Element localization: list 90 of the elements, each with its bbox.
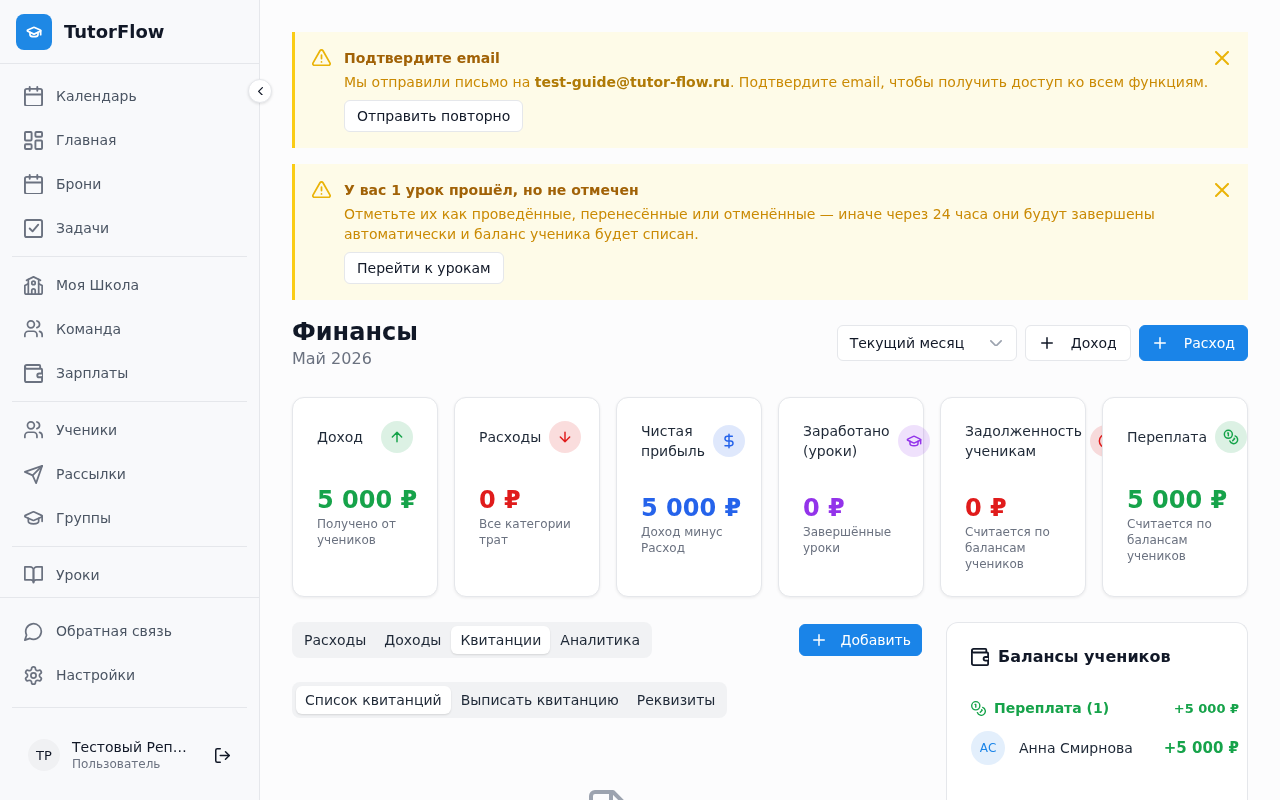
tab[interactable]: Доходы [376, 626, 450, 654]
nav-item[interactable]: Календарь [12, 74, 247, 118]
chevron-down-icon [989, 339, 1002, 347]
nav-item[interactable]: Рассылки [12, 452, 247, 496]
dollar-icon [713, 425, 746, 457]
calendar-icon [24, 85, 43, 107]
alert-title: Подтвердите email [344, 49, 501, 68]
collapse-button[interactable] [248, 79, 272, 103]
alert-action-button[interactable]: Перейти к урокам [344, 252, 504, 284]
tab[interactable]: Аналитика [552, 626, 648, 654]
nav-item[interactable]: Моя Школа [12, 263, 247, 307]
page-subtitle: Май 2026 [292, 348, 373, 370]
nav-item[interactable]: Брони [12, 162, 247, 206]
period-select[interactable]: Текущий месяц [836, 325, 1017, 361]
expense-button[interactable]: Расход [1138, 325, 1248, 361]
income-button[interactable]: Доход [1024, 325, 1131, 361]
graduation-cap-icon [24, 511, 43, 525]
stat-title: Заработано (уроки) [803, 422, 890, 461]
panel-title: Балансы учеников [998, 646, 1171, 668]
warning-icon [312, 181, 331, 199]
add-button[interactable]: Добавить [798, 624, 922, 656]
nav-item[interactable]: Настройки [12, 653, 247, 697]
student-name: Анна Смирнова [1019, 740, 1133, 756]
plus-icon [1040, 337, 1053, 349]
logo-icon [16, 13, 52, 50]
stat-value: 0 ₽ [803, 493, 846, 524]
brand-name: TutorFlow [64, 21, 165, 42]
tab[interactable]: Квитанции [451, 626, 551, 654]
stat-note: Считается по балансам учеников [1127, 516, 1213, 564]
chevron-left-icon [257, 86, 263, 96]
subtab[interactable]: Список квитанций [296, 686, 451, 714]
coins-icon [1215, 421, 1248, 453]
checkbox-icon [24, 218, 43, 238]
nav-item[interactable]: Группы [12, 496, 247, 540]
alert-title: У вас 1 урок прошёл, но не отмечен [344, 181, 640, 200]
stat-value: 0 ₽ [965, 493, 1008, 524]
book-icon [24, 566, 43, 584]
alert-text: Отметьте их как проведённые, перенесённые или отменённые — иначе через 24 часа они будут завершены автоматически и баланс ученика будет списан. [344, 205, 1156, 244]
stat-title: Доход [317, 428, 365, 447]
users-icon [24, 421, 43, 439]
user-name: Тестовый Реп… [72, 738, 188, 756]
plus-icon [1153, 337, 1166, 349]
send-icon [24, 464, 43, 484]
school-icon [24, 275, 43, 295]
close-icon[interactable] [1215, 183, 1229, 197]
stat-note: Доход минус Расход [641, 524, 724, 556]
chat-bubble-icon [24, 621, 43, 641]
nav-item[interactable]: Главная [12, 118, 247, 162]
stat-title: Переплата [1127, 428, 1208, 447]
stat-note: Считается по балансам учеников [965, 524, 1051, 572]
close-icon[interactable] [1215, 51, 1229, 65]
calendar-icon [24, 173, 43, 195]
subtab[interactable]: Реквизиты [628, 686, 724, 714]
stat-title: Чистая прибыль [641, 422, 706, 461]
stat-note: Завершённые уроки [803, 524, 893, 556]
user-role: Пользователь [72, 756, 162, 772]
arrow-down-icon [549, 421, 582, 453]
stat-title: Задолженность ученикам [965, 422, 1082, 461]
wallet-icon [24, 363, 43, 383]
nav-item[interactable]: Задачи [12, 206, 247, 250]
stat-value: 0 ₽ [479, 485, 522, 516]
stat-note: Получено от учеников [317, 516, 397, 548]
nav-item[interactable]: Обратная связь [12, 609, 247, 653]
student-avatar: АС [971, 731, 1005, 765]
settings-icon [24, 665, 43, 685]
nav-item[interactable]: Ученики [12, 408, 247, 452]
subtab[interactable]: Выписать квитанцию [452, 686, 627, 714]
page-title: Финансы [292, 317, 418, 348]
wallet-icon [971, 648, 989, 666]
plus-icon [812, 634, 825, 646]
file-icon [589, 790, 625, 800]
nav-item[interactable]: Уроки [12, 553, 247, 597]
student-amount: +5 000 ₽ [1163, 739, 1239, 757]
group-label: Переплата (1) [994, 699, 1110, 718]
graduation-cap-icon [897, 425, 930, 457]
alert-action-button[interactable]: Отправить повторно [344, 100, 524, 132]
arrow-up-icon [381, 421, 413, 453]
nav-item[interactable]: Зарплаты [12, 351, 247, 395]
warning-icon [312, 49, 331, 67]
nav-item[interactable]: Команда [12, 307, 247, 351]
alert-text: Мы отправили письмо на test-guide@tutor-flow.ru. Подтвердите email, чтобы получить доступ ко всем функциям. [344, 73, 1210, 92]
logout-icon[interactable] [215, 747, 230, 763]
user-avatar: ТР [28, 739, 60, 771]
stat-title: Расходы [479, 428, 542, 447]
users-icon [24, 320, 43, 338]
tab[interactable]: Расходы [296, 626, 375, 654]
group-total: +5 000 ₽ [1173, 700, 1239, 716]
coins-icon [971, 700, 986, 716]
dashboard-icon [24, 130, 43, 150]
stat-note: Все категории трат [479, 516, 572, 548]
